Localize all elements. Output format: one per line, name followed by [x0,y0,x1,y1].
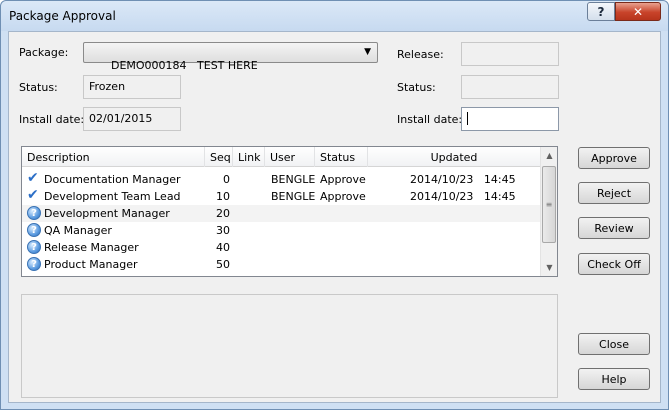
row-seq: 50 [216,258,230,271]
row-description: Development Manager [44,207,170,220]
col-status[interactable]: Status [315,147,368,167]
release-label: Release: [397,48,444,61]
scroll-down-icon[interactable]: ▼ [541,259,557,276]
close-icon: ✕ [632,4,644,19]
check-icon: ✔ [27,187,39,203]
title-bar[interactable]: Package Approval ? ✕ [1,1,668,31]
question-icon: ? [27,240,41,254]
table-row[interactable]: ✔ Documentation Manager 0 BENGLE Approve… [22,171,541,188]
table-row[interactable]: ? Product Manager 50 [22,256,541,273]
install-date-field: 02/01/2015 [83,107,181,131]
right-install-date-label: Install date: [397,113,463,126]
row-status: Approve [320,190,366,203]
row-seq: 0 [223,173,230,186]
row-description: Release Manager [44,241,139,254]
table-row[interactable]: ✔ Development Team Lead 10 BENGLE Approv… [22,188,541,205]
question-icon: ? [27,223,41,237]
list-header: Description Seq Link User Status Updated [22,147,541,167]
col-link[interactable]: Link [233,147,265,167]
approve-button[interactable]: Approve [578,147,650,169]
row-updated: 2014/10/23 14:45 [410,190,516,203]
question-icon: ? [27,206,41,220]
reject-button[interactable]: Reject [578,182,650,204]
table-row[interactable]: ? Release Manager 40 [22,239,541,256]
col-seq[interactable]: Seq [205,147,233,167]
row-seq: 10 [216,190,230,203]
check-icon: ✔ [27,170,39,186]
window-title: Package Approval [9,9,116,23]
package-approval-window: Package Approval ? ✕ Package: DEMO000184… [0,0,669,410]
package-value: DEMO000184 TEST HERE [110,59,258,72]
row-seq: 40 [216,241,230,254]
question-icon: ? [597,4,605,19]
scroll-up-icon[interactable]: ▲ [541,147,557,164]
row-status: Approve [320,173,366,186]
status-field: Frozen [83,75,181,99]
review-button[interactable]: Review [578,217,650,239]
row-description: Product Manager [44,258,138,271]
grip-icon: ≡ [545,200,553,209]
chevron-down-icon: ▼ [364,47,371,57]
row-user: BENGLE [271,173,316,186]
row-description: QA Manager [44,224,112,237]
dialog-client-area: Package: DEMO000184 TEST HERE ▼ Status: … [8,31,661,403]
col-description[interactable]: Description [22,147,205,167]
question-icon: ? [27,257,41,271]
help-button[interactable]: Help [578,368,650,390]
scroll-thumb[interactable]: ≡ [542,166,556,243]
status-label: Status: [19,81,58,94]
list-scrollbar[interactable]: ▲ ≡ ▼ [540,147,557,276]
check-off-button[interactable]: Check Off [578,253,650,275]
detail-panel [21,294,558,398]
row-description: Documentation Manager [44,173,181,186]
approvers-list[interactable]: Description Seq Link User Status Updated… [21,146,558,277]
right-install-date-input[interactable] [461,107,559,131]
help-title-button[interactable]: ? [587,2,615,21]
close-button[interactable]: Close [578,333,650,355]
row-seq: 20 [216,207,230,220]
right-status-field [461,75,559,99]
row-seq: 30 [216,224,230,237]
table-row[interactable]: ? Development Manager 20 [22,205,541,222]
release-field [461,42,559,66]
package-label: Package: [19,46,69,59]
right-status-label: Status: [397,81,436,94]
package-dropdown[interactable]: DEMO000184 TEST HERE ▼ [83,42,378,72]
install-date-label: Install date: [19,113,85,126]
col-user[interactable]: User [265,147,315,167]
table-row[interactable]: ? QA Manager 30 [22,222,541,239]
col-updated[interactable]: Updated [368,147,541,167]
row-updated: 2014/10/23 14:45 [410,173,516,186]
row-description: Development Team Lead [44,190,181,203]
close-title-button[interactable]: ✕ [615,2,661,21]
row-user: BENGLE [271,190,316,203]
text-caret [467,112,468,125]
